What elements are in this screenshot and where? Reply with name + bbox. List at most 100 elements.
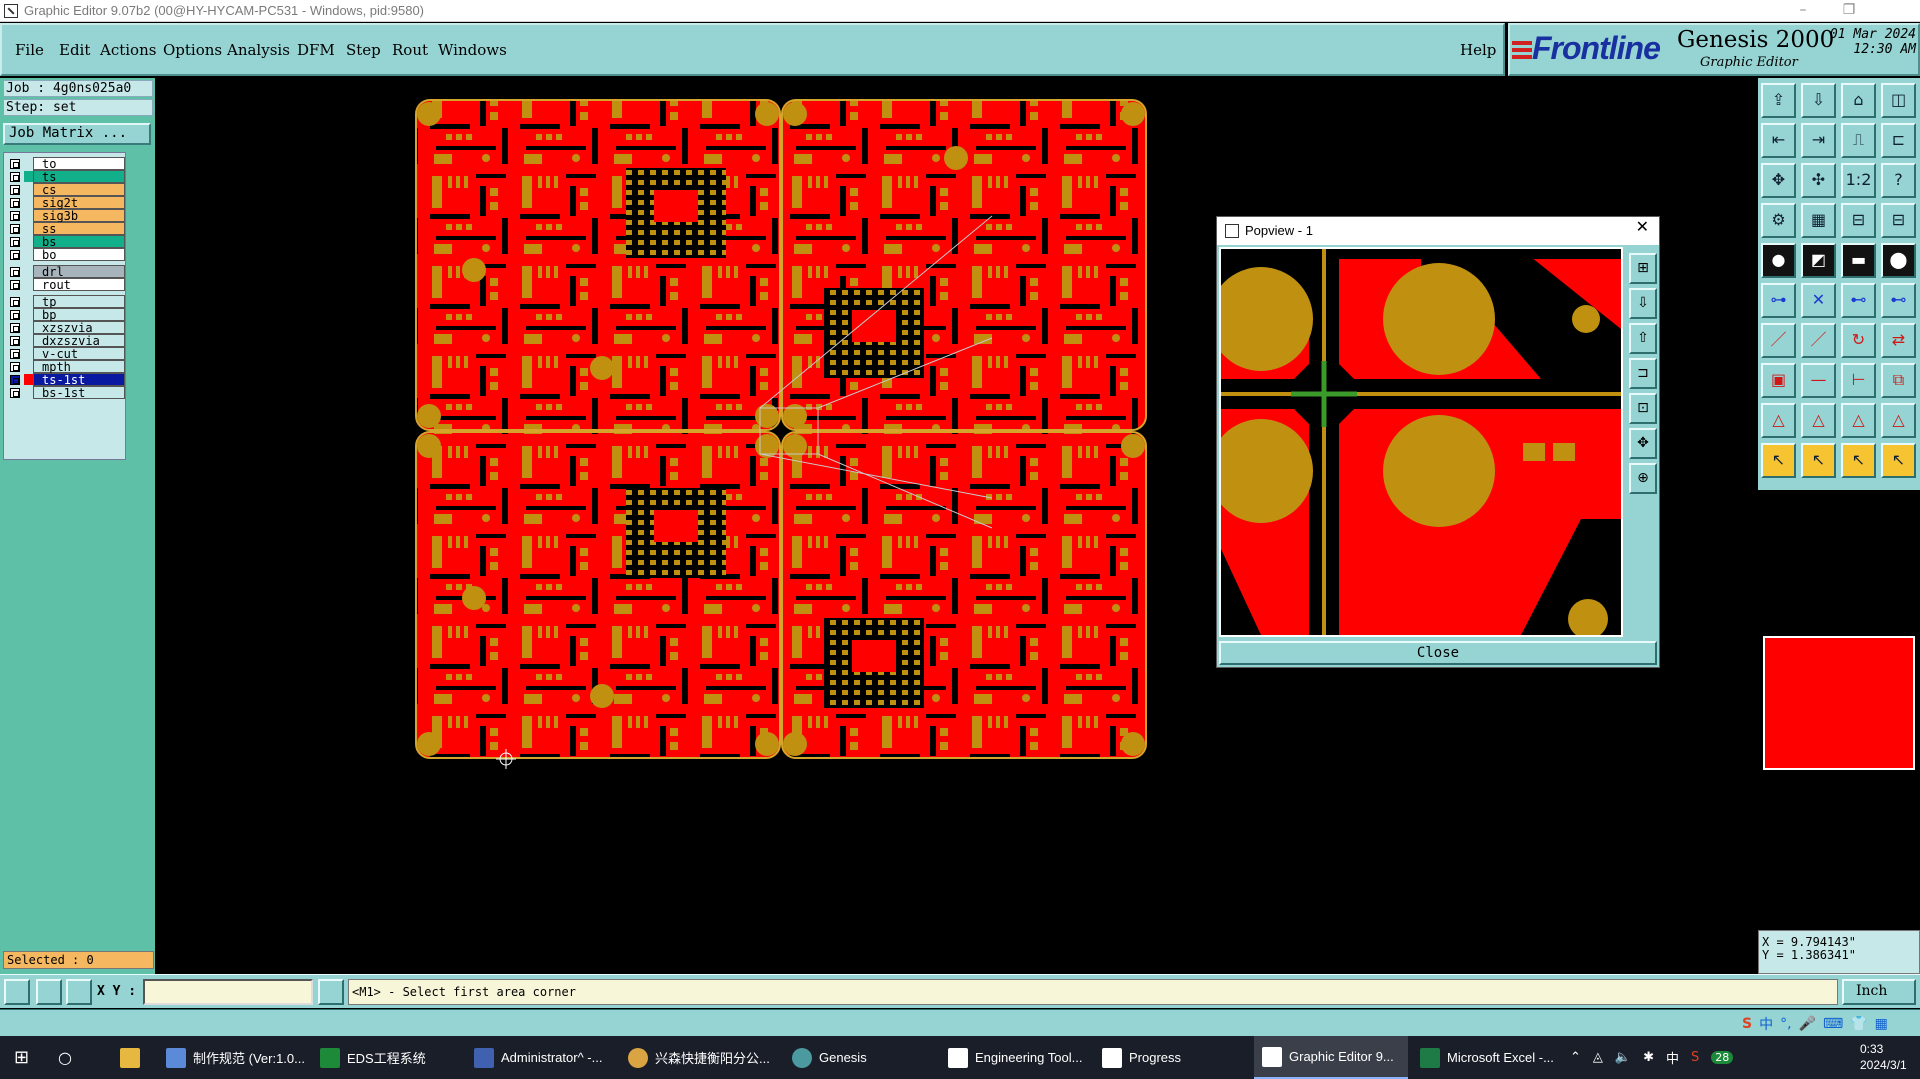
taskbar-item-graphic-editor[interactable]: Graphic Editor 9... [1254,1036,1408,1079]
layer-row-bp[interactable]: bp [4,308,125,322]
taskbar-item-genesis[interactable]: Genesis [784,1036,934,1079]
ratio-icon[interactable]: 1:2 [1841,163,1876,198]
layer-name[interactable]: rout [33,278,125,292]
node-a-icon[interactable]: ⊷ [1841,283,1876,318]
layer-checkbox[interactable] [10,267,20,277]
keyboard-icon[interactable]: ⌨ [1823,1016,1843,1032]
layer-checkbox[interactable] [10,198,20,208]
red-tool-b-icon[interactable]: ⊟ [1881,203,1916,238]
menu-rout[interactable]: Rout [392,41,428,59]
layer-row-sig3b[interactable]: sig3b [4,209,125,223]
volume-icon[interactable]: 🔈 [1615,1050,1631,1065]
taskbar-item-excel[interactable]: Microsoft Excel -... [1412,1036,1562,1079]
job-matrix-button[interactable]: Job Matrix ... [3,123,151,145]
dimension-icon[interactable]: ⊢ [1841,363,1876,398]
minus-line-icon[interactable]: — [1801,363,1836,398]
flip-icon[interactable]: ⇄ [1881,323,1916,358]
layer-name[interactable]: ts [33,170,125,184]
layer-checkbox[interactable] [10,297,20,307]
restore-icon[interactable]: ❐ [1826,0,1872,22]
layer-checkbox[interactable] [10,349,20,359]
layer-name[interactable]: bs-1st [33,386,125,400]
xy-input[interactable] [143,979,313,1005]
help-icon[interactable]: ? [1881,163,1916,198]
layer-name[interactable]: ss [33,222,125,236]
slash-line-icon[interactable]: ／ [1801,323,1836,358]
measure-ruler-icon[interactable]: ▬ [1841,243,1876,278]
layer-checkbox[interactable] [10,375,20,385]
cross-cut-icon[interactable]: ✕ [1801,283,1836,318]
search-button[interactable]: ○ [50,1036,72,1079]
start-button[interactable]: ⊞ [6,1036,29,1079]
menu-analysis[interactable]: Analysis [227,41,290,59]
menu-windows[interactable]: Windows [438,41,507,59]
menu-file[interactable]: File [15,41,44,59]
taskbar-item-progress[interactable]: Progress [1094,1036,1244,1079]
layer-name[interactable]: to [33,157,125,171]
layer-name[interactable]: bs [33,235,125,249]
bluetooth-icon[interactable]: ✱ [1643,1050,1654,1065]
pointer-c-icon[interactable]: ↖ [1841,443,1876,478]
fit-all-icon[interactable]: ✥ [1761,163,1796,198]
pointer-b-icon[interactable]: ↖ [1801,443,1836,478]
layer-row-to[interactable]: to [4,157,125,171]
red-tool-a-icon[interactable]: ⊟ [1841,203,1876,238]
triangle-c-icon[interactable]: △ [1841,403,1876,438]
layer-row-mpth[interactable]: mpth [4,360,125,374]
layer-checkbox[interactable] [10,211,20,221]
menu-edit[interactable]: Edit [59,41,90,59]
layer-name[interactable]: sig3b [33,209,125,223]
layer-row-bo[interactable]: bo [4,248,125,262]
popview-zoom-home-icon[interactable]: ⇧ [1629,323,1657,354]
connect-icon[interactable]: ⊶ [1761,283,1796,318]
layer-name[interactable]: drl [33,265,125,279]
taskbar-item-eds[interactable]: EDS工程系统 [312,1036,462,1079]
ungroup-icon[interactable]: ⊏ [1881,123,1916,158]
layer-name[interactable]: sig2t [33,196,125,210]
layer-row-v-cut[interactable]: v-cut [4,347,125,361]
file-explorer-button[interactable] [112,1036,140,1079]
layer-row-dxzszvia[interactable]: dxzszvia [4,334,125,348]
layer-name[interactable]: dxzszvia [33,334,125,348]
taskbar-item-spec[interactable]: 制作规范 (Ver:1.0... [158,1036,308,1079]
move-right-icon[interactable]: ⇥ [1801,123,1836,158]
triangle-a-icon[interactable]: △ [1761,403,1796,438]
sogou-icon[interactable]: S [1742,1016,1752,1032]
move-left-icon[interactable]: ⇤ [1761,123,1796,158]
menu-dfm[interactable]: DFM [297,41,335,59]
layer-row-bs[interactable]: bs [4,235,125,249]
snap-mode-button[interactable] [4,979,30,1005]
menu-help[interactable]: Help [1460,41,1496,59]
menu-actions[interactable]: Actions [100,41,156,59]
layer-name[interactable]: bp [33,308,125,322]
grid-icon[interactable]: ▦ [1875,1016,1888,1032]
layer-checkbox[interactable] [10,310,20,320]
pan-icon[interactable]: ✣ [1801,163,1836,198]
layer-checkbox[interactable] [10,185,20,195]
arc-icon[interactable]: ↻ [1841,323,1876,358]
layer-checkbox[interactable] [10,172,20,182]
split-icon[interactable]: ⎍ [1841,123,1876,158]
taskbar-item-admin[interactable]: Administrator^ -... [466,1036,616,1079]
grid-icon[interactable]: ▦ [1801,203,1836,238]
layer-row-ts[interactable]: ts [4,170,125,184]
pad-tool-icon[interactable]: ⬤ [1881,243,1916,278]
layer-row-xzszvia[interactable]: xzszvia [4,321,125,335]
layer-row-ss[interactable]: ss [4,222,125,236]
layout-icon[interactable]: ◫ [1881,83,1916,118]
close-window-icon[interactable] [1872,0,1918,22]
triangle-d-icon[interactable]: △ [1881,403,1916,438]
taskbar-item-engineering[interactable]: Engineering Tool... [940,1036,1090,1079]
pad-square-icon[interactable]: ▣ [1761,363,1796,398]
pause-button[interactable] [318,979,344,1005]
triangle-b-icon[interactable]: △ [1801,403,1836,438]
taskbar-clock[interactable]: 0:33 2024/3/1 [1860,1041,1920,1073]
grid-mode-button[interactable] [66,979,92,1005]
layer-checkbox[interactable] [10,159,20,169]
open-job-icon[interactable]: ⇪ [1761,83,1796,118]
ime-tray-language[interactable]: 中 [1666,1048,1679,1067]
popview-center-icon[interactable]: ⊕ [1629,463,1657,494]
layer-name[interactable]: xzszvia [33,321,125,335]
sogou-tray-icon[interactable]: S [1691,1050,1699,1065]
layer-name[interactable]: tp [33,295,125,309]
